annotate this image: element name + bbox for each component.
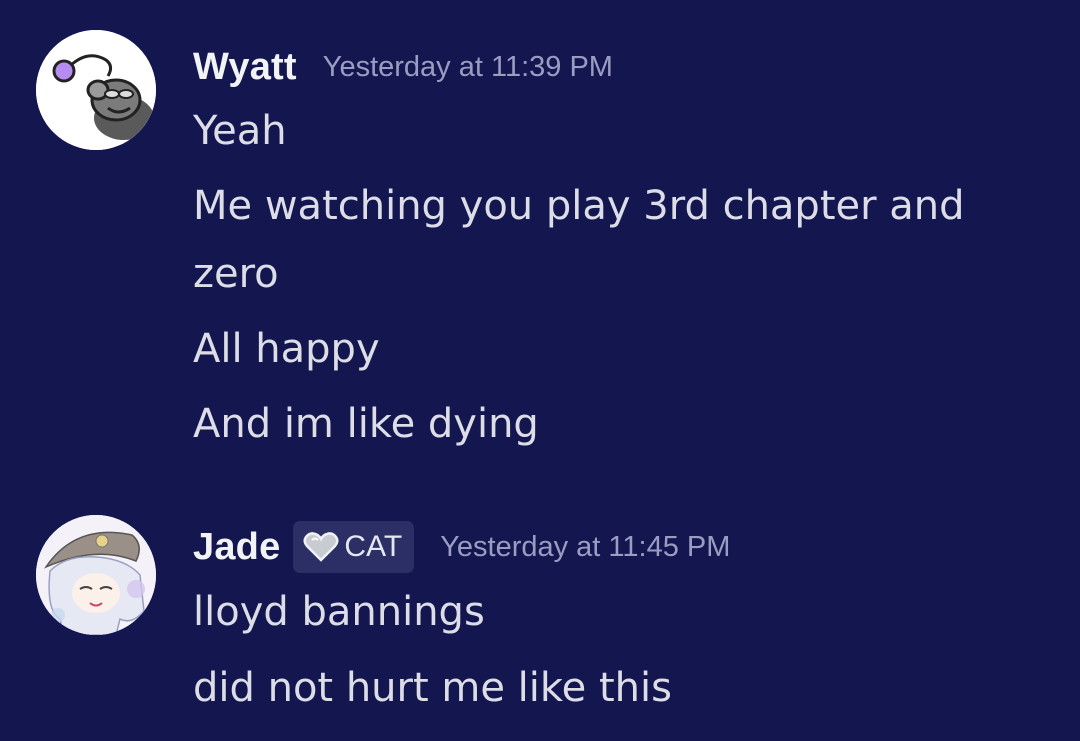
- username[interactable]: Wyatt: [193, 46, 297, 89]
- anime-character-avatar-icon: [36, 515, 156, 635]
- avatar-wyatt[interactable]: [36, 30, 156, 150]
- role-tag[interactable]: CAT: [293, 521, 415, 573]
- message-line: lloyd bannings: [193, 589, 485, 635]
- chat-view: { "messages": [ { "author": "Wyatt", "ti…: [0, 0, 1080, 741]
- message-line: Me watching you play 3rd chapter and: [193, 183, 965, 229]
- heart-icon: [303, 532, 339, 562]
- timestamp: Yesterday at 11:45 PM: [440, 530, 731, 563]
- message-header-wyatt: Wyatt Yesterday at 11:39 PM: [193, 41, 613, 93]
- message-line: did not hurt me like this: [193, 665, 672, 711]
- message-line: All happy: [193, 326, 380, 372]
- message-line: zero: [193, 251, 279, 297]
- username[interactable]: Jade: [193, 526, 280, 569]
- message-line: Yeah: [193, 108, 287, 154]
- avatar-jade[interactable]: [36, 515, 156, 635]
- message-header-jade: Jade CAT Yesterday at 11:45 PM: [193, 521, 730, 573]
- rat-meme-avatar-icon: [36, 30, 156, 150]
- tag-label: CAT: [344, 530, 403, 563]
- timestamp: Yesterday at 11:39 PM: [322, 50, 613, 83]
- message-line: And im like dying: [193, 401, 539, 447]
